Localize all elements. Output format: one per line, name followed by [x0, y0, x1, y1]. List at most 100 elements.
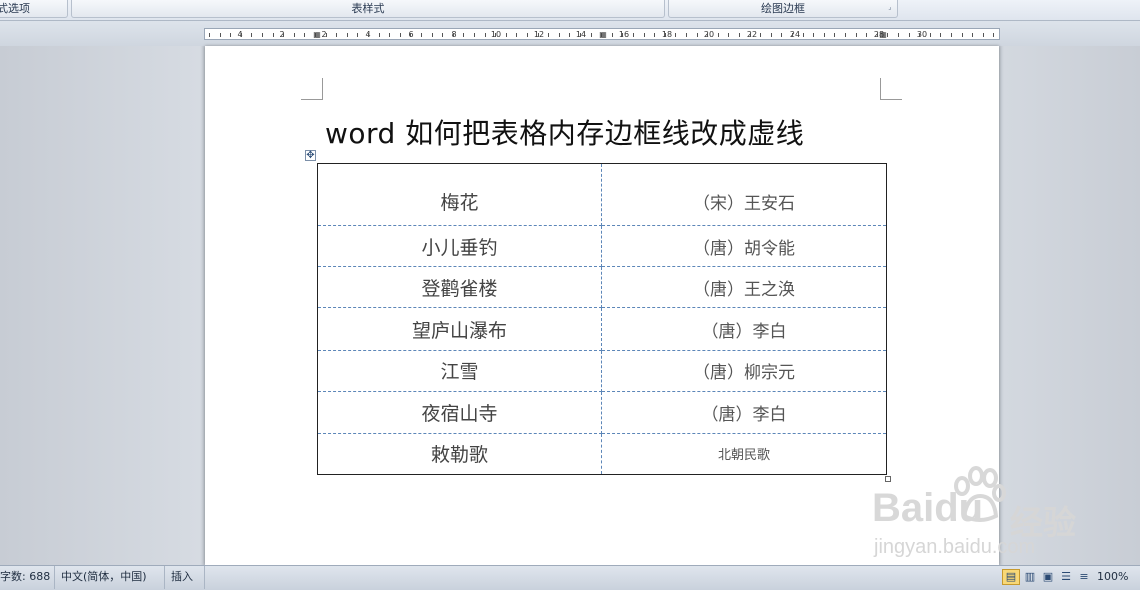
ruler-tick	[548, 33, 549, 37]
ruler-tick	[697, 33, 698, 37]
ruler-tick	[506, 33, 507, 37]
ruler-tick	[718, 33, 719, 37]
poem-title-cell[interactable]: 望庐山瀑布	[317, 307, 602, 351]
ruler-tick	[856, 33, 857, 37]
ruler-tick	[262, 33, 263, 37]
ruler-tick	[400, 33, 401, 37]
ruler-tick	[453, 33, 454, 37]
poem-author-cell[interactable]: （唐）李白	[601, 307, 887, 351]
ruler-tick	[792, 33, 793, 37]
ruler-tick	[527, 33, 528, 37]
ruler-tick	[442, 33, 443, 37]
horizontal-ruler[interactable]: 42246810121416182022242830▦▦▦	[204, 28, 1000, 40]
ruler-tick	[591, 33, 592, 37]
table-row[interactable]: 江雪 （唐）柳宗元	[317, 349, 887, 392]
ruler-tick	[283, 33, 284, 37]
ruler-tick	[654, 33, 655, 37]
ruler-tick	[230, 33, 231, 37]
web-layout-icon[interactable]: ▣	[1039, 569, 1057, 585]
ruler-tick	[220, 33, 221, 37]
ruler-tick	[675, 33, 676, 37]
ruler-tick	[845, 33, 846, 37]
baidu-jingyan-watermark: Baidu 经验 jingyan.baidu.com	[872, 466, 1082, 566]
ruler-tick	[962, 33, 963, 37]
poem-author-cell[interactable]: （唐）王之涣	[601, 266, 887, 309]
ribbon-group-label: 表样式	[351, 2, 385, 15]
ribbon-group-label: 绘图边框	[761, 2, 805, 15]
zoom-level[interactable]: 100%	[1097, 566, 1128, 588]
poem-title-cell[interactable]: 小儿垂钓	[317, 225, 602, 268]
ruler-tick	[686, 33, 687, 37]
ruler-tick	[633, 33, 634, 37]
ribbon-group-table-styles[interactable]: 表样式	[71, 0, 665, 18]
crop-mark-top-right	[880, 78, 902, 100]
poem-title-cell[interactable]: 梅花	[317, 163, 602, 227]
ruler-tick	[326, 33, 327, 37]
baidu-paw-logo-icon	[954, 466, 1006, 522]
table-row[interactable]: 梅花 （宋）王安石	[317, 163, 887, 227]
ruler-tick	[389, 33, 390, 37]
poem-title-cell[interactable]: 敕勒歌	[317, 432, 602, 475]
print-layout-icon[interactable]: ▤	[1002, 569, 1020, 585]
table-row[interactable]: 望庐山瀑布 （唐）李白	[317, 307, 887, 351]
ruler-label: 14	[575, 30, 587, 39]
ruler-tick	[771, 33, 772, 37]
poem-author-cell[interactable]: （唐）柳宗元	[601, 349, 887, 392]
ruler-tick	[930, 33, 931, 37]
document-title[interactable]: word 如何把表格内存边框线改成虚线	[325, 112, 804, 152]
ribbon-group-bar: 式选项 表样式 绘图边框 ⌟	[0, 0, 1140, 21]
ruler-tick	[834, 33, 835, 37]
column-marker-icon[interactable]: ▦	[599, 30, 607, 39]
ruler-tick	[898, 33, 899, 37]
column-marker-icon[interactable]: ▦	[879, 30, 887, 39]
poem-author-cell[interactable]: （唐）李白	[601, 390, 887, 434]
language-indicator[interactable]: 中文(简体，中国)	[55, 566, 165, 589]
insert-mode-indicator[interactable]: 插入	[165, 566, 205, 589]
ribbon-group-draw-borders[interactable]: 绘图边框 ⌟	[668, 0, 898, 18]
ruler-tick	[612, 33, 613, 37]
ruler-tick	[357, 33, 358, 37]
table-row[interactable]: 敕勒歌 北朝民歌	[317, 432, 887, 475]
ruler-tick	[432, 33, 433, 37]
ruler-label: 22	[746, 30, 758, 39]
dialog-launcher-icon[interactable]: ⌟	[886, 3, 894, 11]
ruler-tick	[273, 33, 274, 37]
poem-title-cell[interactable]: 登鹳雀楼	[317, 266, 602, 309]
ruler-tick	[951, 33, 952, 37]
full-screen-reading-icon[interactable]: ▥	[1021, 569, 1039, 585]
column-marker-icon[interactable]: ▦	[313, 30, 321, 39]
ruler-tick	[569, 33, 570, 37]
poem-author-cell[interactable]: （宋）王安石	[601, 163, 887, 227]
ruler-tick	[368, 33, 369, 37]
table-row[interactable]: 夜宿山寺 （唐）李白	[317, 390, 887, 434]
ruler-tick	[516, 33, 517, 37]
poem-title-cell[interactable]: 江雪	[317, 349, 602, 392]
word-count[interactable]: 字数: 688	[0, 566, 55, 589]
table-row[interactable]: 登鹳雀楼 （唐）王之涣	[317, 266, 887, 309]
ruler-tick	[760, 33, 761, 37]
ruler-tick	[909, 33, 910, 37]
poem-author-cell[interactable]: （唐）胡令能	[601, 225, 887, 268]
draft-icon[interactable]: ≡	[1075, 569, 1093, 585]
ruler-tick	[622, 33, 623, 37]
ruler-tick	[336, 33, 337, 37]
watermark-url: jingyan.baidu.com	[874, 536, 1036, 558]
table-move-handle-icon[interactable]: ✥	[305, 150, 316, 161]
ruler-tick	[781, 33, 782, 37]
ribbon-group-label: 式选项	[0, 2, 30, 15]
ruler-tick	[495, 33, 496, 37]
ruler-tick	[993, 33, 994, 37]
table-row[interactable]: 小儿垂钓 （唐）胡令能	[317, 225, 887, 268]
poem-author-cell[interactable]: 北朝民歌	[601, 432, 887, 475]
poems-table[interactable]: 梅花 （宋）王安石 小儿垂钓 （唐）胡令能 登鹳雀楼 （唐）王之涣 望庐山瀑布 （唐）李白 江雪…	[317, 163, 887, 475]
ruler-tick	[750, 33, 751, 37]
ruler-tick	[972, 33, 973, 37]
ruler-tick	[241, 33, 242, 37]
ruler-tick	[538, 33, 539, 37]
ruler-tick	[559, 33, 560, 37]
ribbon-group-table-style-options[interactable]: 式选项	[0, 0, 68, 18]
outline-icon[interactable]: ☰	[1057, 569, 1075, 585]
poem-title-cell[interactable]: 夜宿山寺	[317, 390, 602, 434]
ruler-tick	[866, 33, 867, 37]
ruler-tick	[644, 33, 645, 37]
